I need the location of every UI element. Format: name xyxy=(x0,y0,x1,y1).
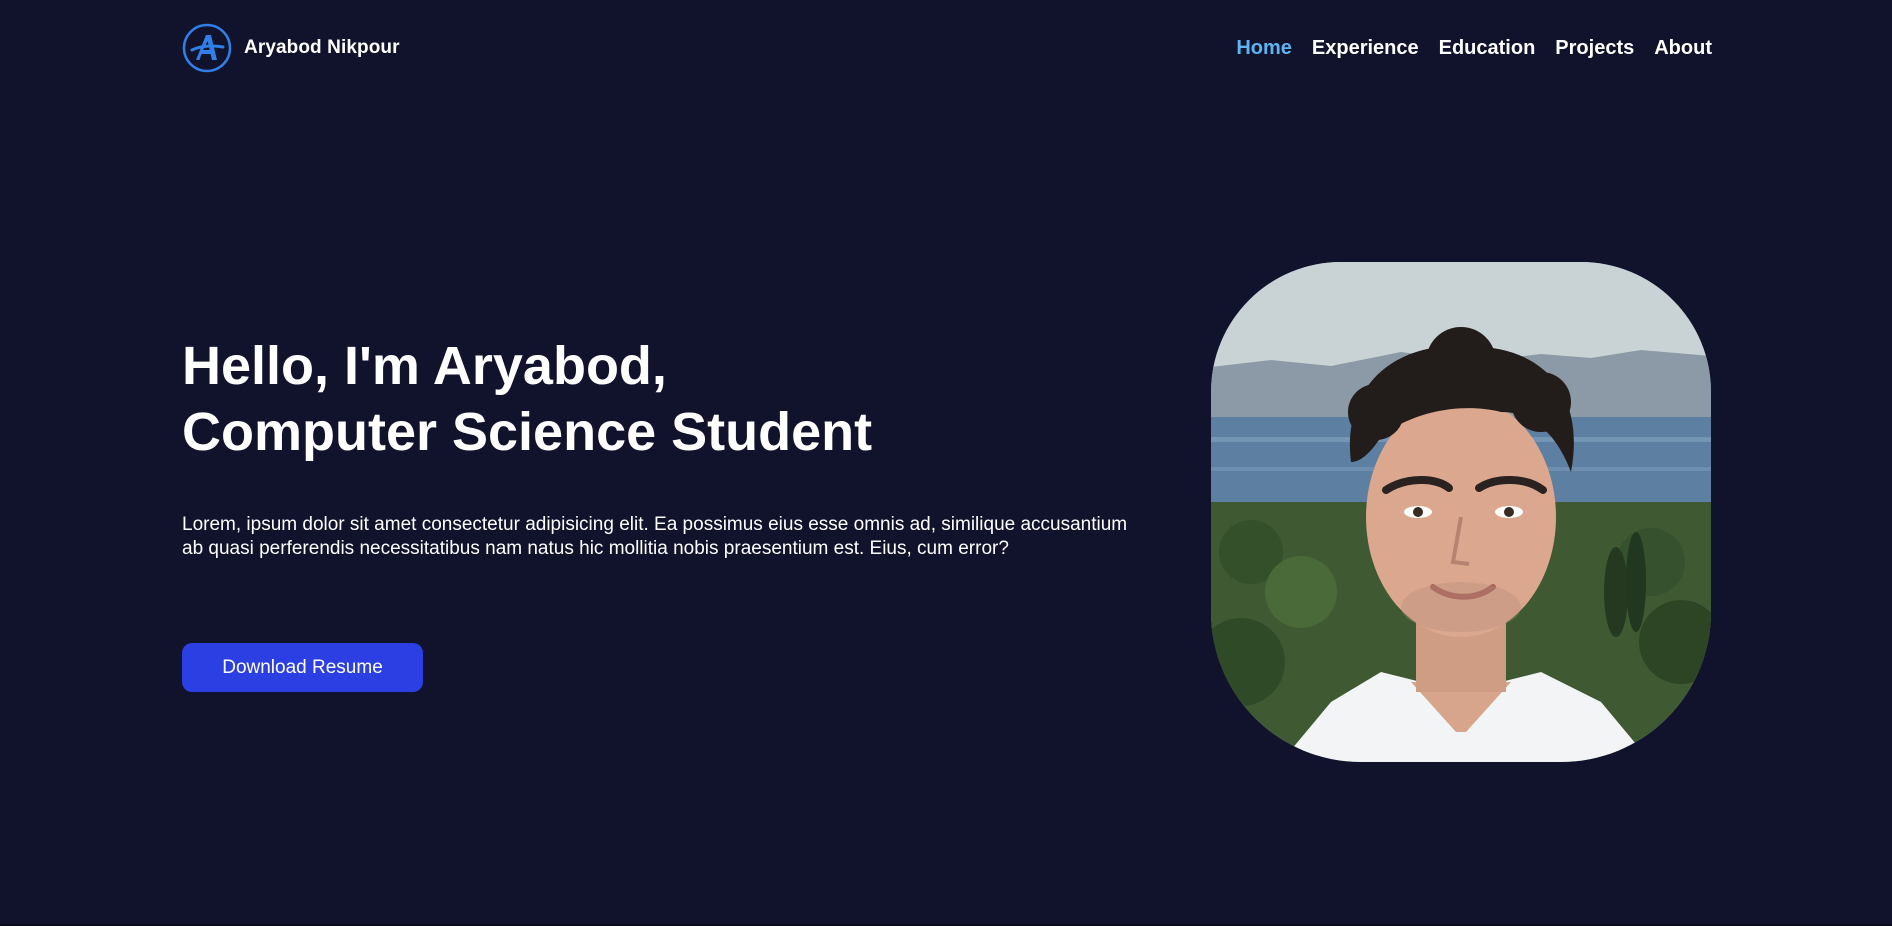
hero-description: Lorem, ipsum dolor sit amet consectetur … xyxy=(182,514,1128,559)
nav-link-education[interactable]: Education xyxy=(1439,37,1536,60)
nav-link-about[interactable]: About xyxy=(1654,37,1712,60)
download-resume-button[interactable]: Download Resume xyxy=(182,643,423,692)
profile-photo xyxy=(1211,262,1711,762)
brand-name: Aryabod Nikpour xyxy=(244,37,400,58)
site-header: Aryabod Nikpour Home Experience Educatio… xyxy=(182,22,1712,74)
nav-link-home[interactable]: Home xyxy=(1236,37,1292,60)
hero-title-line-2: Computer Science Student xyxy=(182,402,873,462)
page: Aryabod Nikpour Home Experience Educatio… xyxy=(0,0,1892,926)
nav-link-experience[interactable]: Experience xyxy=(1312,37,1419,60)
main-nav: Home Experience Education Projects About xyxy=(1236,37,1712,60)
brand-link[interactable]: Aryabod Nikpour xyxy=(182,23,400,73)
hero-title: Hello, I'm Aryabod, Computer Science Stu… xyxy=(182,333,872,465)
logo-icon xyxy=(182,23,232,73)
nav-link-projects[interactable]: Projects xyxy=(1555,37,1634,60)
profile-photo-illustration xyxy=(1211,262,1711,762)
hero-title-line-1: Hello, I'm Aryabod, xyxy=(182,336,667,396)
